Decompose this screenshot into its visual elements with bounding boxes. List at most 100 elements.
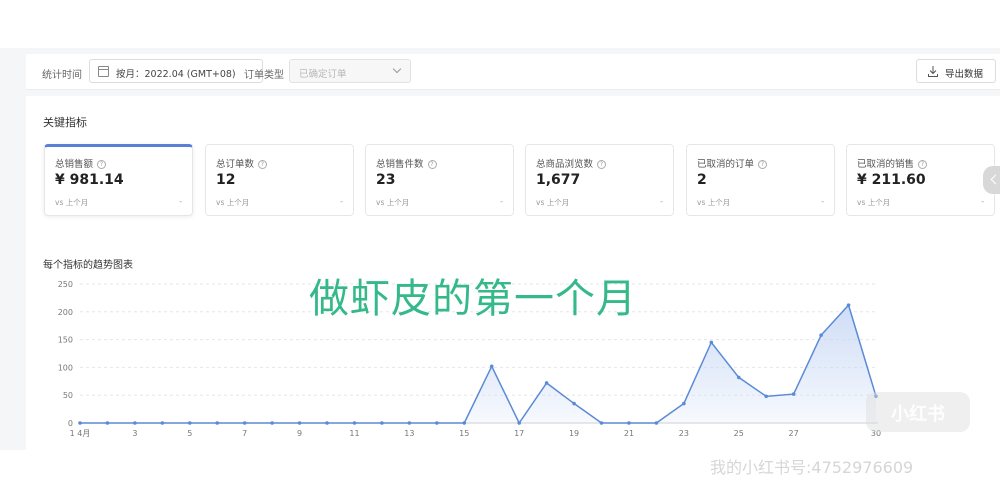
watermark: 我的小红书号:4752976609 xyxy=(710,458,914,477)
help-icon[interactable]: ? xyxy=(258,160,268,169)
metric-label: 已取消的销售? xyxy=(857,156,928,170)
x-tick-label: 17 xyxy=(514,429,524,438)
xiaohongshu-logo: 小红书 xyxy=(866,392,970,432)
data-point xyxy=(435,421,439,425)
export-label: 导出数据 xyxy=(945,69,984,80)
metric-value: 23 xyxy=(376,172,396,188)
data-point xyxy=(160,421,165,425)
data-point xyxy=(819,333,823,337)
x-tick-label: 3 xyxy=(132,429,137,438)
data-point xyxy=(215,421,220,425)
data-point xyxy=(407,421,412,425)
scroll-right-button[interactable] xyxy=(983,166,1000,194)
filter-bar: 统计时间 按月：2022.04 (GMT+08) 订单类型 已确定订单 导出数据 xyxy=(26,54,1000,90)
data-point xyxy=(78,421,82,425)
section-title: 关键指标 xyxy=(43,116,87,129)
y-tick-label: 250 xyxy=(58,280,73,289)
data-point xyxy=(270,421,274,425)
help-icon[interactable]: ? xyxy=(427,160,437,169)
y-tick-label: 50 xyxy=(63,391,73,400)
metric-change: - xyxy=(981,197,984,206)
chevron-down-icon xyxy=(392,64,402,74)
metric-value: ¥ 211.60 xyxy=(857,172,926,188)
top-margin xyxy=(0,0,1000,48)
y-tick-label: 100 xyxy=(58,363,73,372)
data-point xyxy=(846,303,851,307)
y-tick-label: 200 xyxy=(58,308,73,317)
metric-value: 2 xyxy=(697,172,707,188)
metric-compare: vs 上个月 xyxy=(857,198,891,207)
stat-time-label: 统计时间 xyxy=(42,70,82,81)
metric-card-cancelled-sales[interactable]: 已取消的销售? ¥ 211.60 vs 上个月 - xyxy=(846,144,995,216)
metric-compare: vs 上个月 xyxy=(536,198,570,207)
metric-change: - xyxy=(179,197,182,206)
screenshot: 统计时间 按月：2022.04 (GMT+08) 订单类型 已确定订单 导出数据… xyxy=(0,0,1000,500)
x-tick-label: 19 xyxy=(569,429,579,438)
x-tick-label: 15 xyxy=(459,429,469,438)
data-point xyxy=(764,394,769,399)
logo-text: 小红书 xyxy=(891,404,945,425)
metric-label: 总商品浏览数? xyxy=(536,156,607,170)
help-icon[interactable]: ? xyxy=(758,160,768,169)
metric-compare: vs 上个月 xyxy=(55,198,89,207)
x-tick-label: 21 xyxy=(624,429,634,438)
data-point xyxy=(544,381,549,385)
metric-card-units[interactable]: 总销售件数? 23 vs 上个月 - xyxy=(365,144,514,216)
x-tick-label: 25 xyxy=(734,429,744,438)
data-point xyxy=(736,375,741,380)
x-tick-label: 5 xyxy=(187,429,192,438)
data-point xyxy=(627,421,631,425)
export-data-button[interactable]: 导出数据 xyxy=(916,59,996,83)
metric-label: 总销售额? xyxy=(55,156,107,170)
x-tick-label: 27 xyxy=(789,429,799,438)
x-tick-label: 11 xyxy=(349,429,359,438)
help-icon[interactable]: ? xyxy=(918,160,928,169)
metric-card-orders[interactable]: 总订单数? 12 vs 上个月 - xyxy=(205,144,354,216)
data-point xyxy=(572,401,576,406)
date-value: 按月：2022.04 (GMT+08) xyxy=(116,69,236,80)
data-point xyxy=(489,364,494,369)
overlay-caption: 做虾皮的第一个月 xyxy=(309,276,637,322)
data-point xyxy=(325,421,329,425)
metric-compare: vs 上个月 xyxy=(216,198,250,207)
metric-card-views[interactable]: 总商品浏览数? 1,677 vs 上个月 - xyxy=(525,144,674,216)
metric-card-sales[interactable]: 总销售额? ¥ 981.14 vs 上个月 - xyxy=(44,144,193,216)
metric-change: - xyxy=(821,197,824,206)
metric-change: - xyxy=(500,197,503,206)
data-point xyxy=(187,421,192,425)
x-tick-label: 13 xyxy=(404,429,414,438)
data-point xyxy=(462,421,467,425)
data-point xyxy=(517,421,521,425)
x-tick-label: 1 4月 xyxy=(70,429,91,438)
metric-value: ¥ 981.14 xyxy=(55,172,124,188)
metric-value: 1,677 xyxy=(536,172,581,188)
data-point xyxy=(352,421,357,425)
calendar-icon xyxy=(98,66,109,77)
metric-value: 12 xyxy=(216,172,236,188)
data-point xyxy=(380,421,384,425)
help-icon[interactable]: ? xyxy=(597,160,607,169)
data-point xyxy=(654,421,659,425)
help-icon[interactable]: ? xyxy=(97,160,107,169)
order-type-value: 已确定订单 xyxy=(299,69,347,80)
metric-change: - xyxy=(660,197,663,206)
metric-compare: vs 上个月 xyxy=(697,198,731,207)
y-tick-label: 150 xyxy=(58,336,73,345)
date-picker[interactable]: 按月：2022.04 (GMT+08) xyxy=(89,59,263,83)
y-tick-label: 0 xyxy=(68,419,73,428)
x-tick-label: 23 xyxy=(679,429,689,438)
data-point xyxy=(105,421,110,425)
metric-label: 已取消的订单? xyxy=(697,156,768,170)
x-tick-label: 9 xyxy=(297,429,302,438)
data-point xyxy=(791,392,796,396)
data-point xyxy=(682,401,686,406)
data-point xyxy=(599,421,604,425)
data-point xyxy=(242,421,247,425)
metric-change: - xyxy=(340,197,343,206)
order-type-label: 订单类型 xyxy=(244,70,284,81)
metric-compare: vs 上个月 xyxy=(376,198,410,207)
metric-card-cancelled-orders[interactable]: 已取消的订单? 2 vs 上个月 - xyxy=(686,144,835,216)
x-tick-label: 7 xyxy=(242,429,247,438)
data-point xyxy=(709,340,714,345)
order-type-select[interactable]: 已确定订单 xyxy=(289,59,411,83)
